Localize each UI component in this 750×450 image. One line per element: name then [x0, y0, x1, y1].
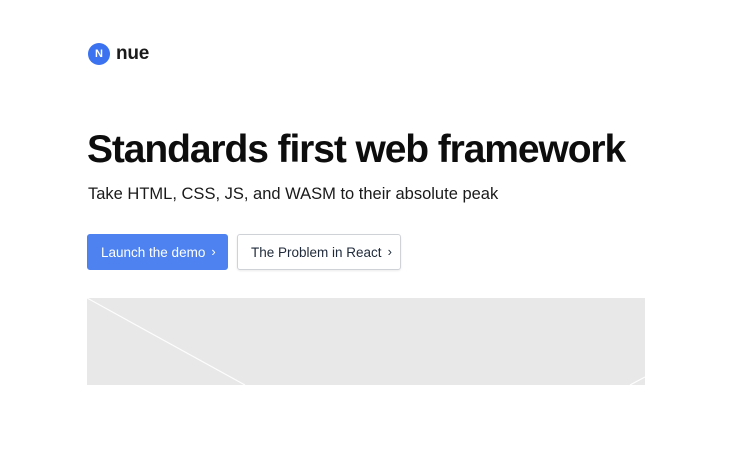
problem-in-react-label: The Problem in React — [251, 244, 382, 260]
page: N nue Standards first web framework Take… — [0, 0, 750, 450]
image-placeholder-icon — [87, 298, 645, 385]
nue-logo-icon: N — [88, 43, 110, 65]
launch-demo-button[interactable]: Launch the demo › — [87, 234, 228, 270]
cta-row: Launch the demo › The Problem in React › — [87, 234, 401, 270]
preview-image-placeholder — [87, 298, 645, 385]
hero-subtitle: Take HTML, CSS, JS, and WASM to their ab… — [88, 185, 499, 203]
problem-in-react-button[interactable]: The Problem in React › — [237, 234, 401, 270]
chevron-right-icon: › — [211, 243, 216, 259]
hero-title: Standards first web framework — [87, 128, 626, 171]
launch-demo-label: Launch the demo — [101, 244, 206, 260]
brand-name: nue — [116, 43, 150, 64]
chevron-right-icon: › — [387, 243, 392, 259]
brand-logo-link[interactable]: N nue — [88, 43, 149, 65]
